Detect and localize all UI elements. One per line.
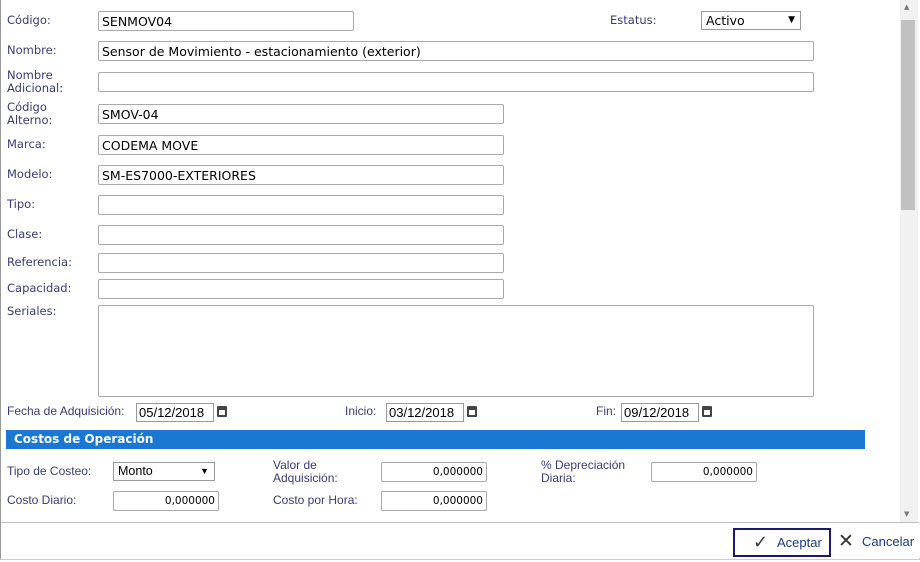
codigo-input[interactable]: SENMOV04 [98,11,354,31]
codigo-alterno-label: Código Alterno: [7,100,53,127]
costo-diario-label: Costo Diario: [7,493,77,507]
fin-label: Fin: [596,404,617,418]
inicio-input[interactable]: 03/12/2018 [386,403,464,422]
calendar-icon[interactable] [217,406,227,417]
clase-label: Clase: [7,227,43,241]
estatus-value: Activo [706,13,745,28]
tipo-label: Tipo: [7,197,36,211]
capacidad-label: Capacidad: [7,281,72,295]
costo-hora-input[interactable]: 0,000000 [381,491,487,511]
capacidad-input[interactable] [98,279,504,299]
tipo-costeo-value: Monto [118,464,153,478]
close-icon: ✕ [838,530,854,552]
scrollbar-thumb[interactable] [901,20,915,210]
cancel-button[interactable]: ✕ Cancelar [838,530,918,555]
valor-adquisicion-input[interactable]: 0,000000 [381,462,487,482]
depreciacion-input[interactable]: 0,000000 [651,462,757,482]
inicio-label: Inicio: [345,404,377,418]
marca-input[interactable]: CODEMA MOVE [98,135,504,155]
costos-section-header: Costos de Operación [6,430,865,449]
estatus-select[interactable]: Activo ▼ [701,11,801,30]
calendar-icon[interactable] [702,406,712,417]
referencia-input[interactable] [98,253,504,273]
tipo-costeo-select[interactable]: Monto ▼ [113,462,215,481]
modelo-input[interactable]: SM-ES7000-EXTERIORES [98,165,504,185]
nombre-adicional-label: Nombre Adicional: [7,68,64,95]
costo-diario-input[interactable]: 0,000000 [113,491,219,511]
nombre-label: Nombre: [7,43,57,57]
estatus-label: Estatus: [610,13,657,27]
accept-label: Aceptar [777,535,822,550]
nombre-input[interactable]: Sensor de Movimiento - estacionamiento (… [98,41,814,61]
accept-button[interactable]: ✓ Aceptar [733,528,831,557]
fin-input[interactable]: 09/12/2018 [621,403,699,422]
costo-hora-label: Costo por Hora: [273,493,358,507]
valor-adquisicion-label: Valor de Adquisición: [273,458,338,485]
scroll-down-icon[interactable]: ▼ [904,510,909,518]
seriales-textarea[interactable] [98,305,814,397]
seriales-label: Seriales: [7,304,57,318]
referencia-label: Referencia: [7,255,72,269]
cancel-label: Cancelar [862,534,915,549]
codigo-label: Código: [7,13,51,27]
clase-input[interactable] [98,225,504,245]
chevron-down-icon: ▼ [788,15,795,25]
check-icon: ✓ [753,532,769,553]
tipo-input[interactable] [98,195,504,215]
chevron-down-icon: ▼ [200,466,209,476]
marca-label: Marca: [7,137,46,151]
tipo-costeo-label: Tipo de Costeo: [7,464,92,478]
modelo-label: Modelo: [7,167,53,181]
depreciacion-label: % Depreciación Diaria: [541,458,626,485]
codigo-alterno-input[interactable]: SMOV-04 [98,104,504,124]
fecha-adquisicion-input[interactable]: 05/12/2018 [136,403,214,422]
nombre-adicional-input[interactable] [98,72,814,92]
scroll-up-icon[interactable]: ▲ [904,3,909,11]
fecha-adquisicion-label: Fecha de Adquisición: [7,404,125,418]
calendar-icon[interactable] [467,406,477,417]
